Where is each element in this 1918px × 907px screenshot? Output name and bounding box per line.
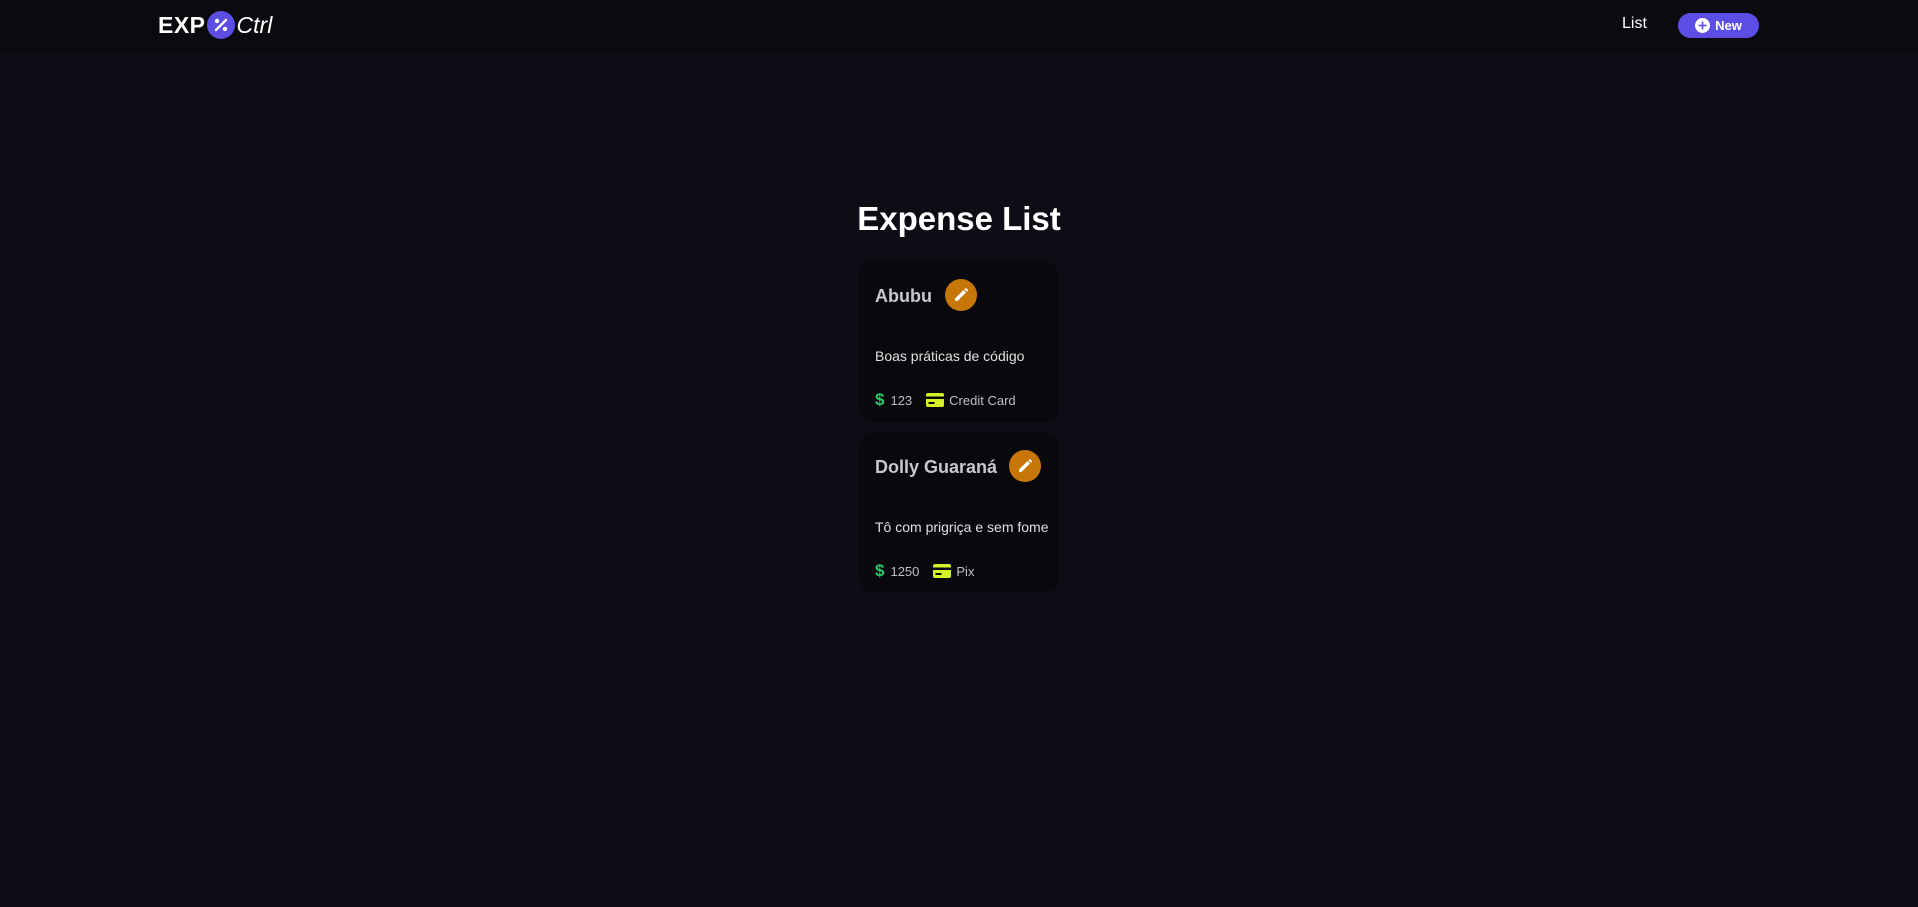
expense-title: Dolly Guaraná [875,457,998,477]
percent-icon [206,11,235,39]
edit-expense-button[interactable] [945,279,977,311]
payment-method: Credit Card [949,392,1016,408]
expense-card: Abubu Boas práticas de código $ 123 Cred… [859,261,1059,422]
logo-suffix: Ctrl [236,11,273,38]
nav-list-link[interactable]: List [1622,15,1647,33]
expense-description: Tô com prigriça e sem fome [875,519,1049,535]
credit-card-icon [933,564,952,578]
app-logo[interactable]: EXP Ctrl [158,11,272,39]
logo-prefix: EXP [158,11,206,38]
dollar-icon: $ [875,390,885,409]
expense-amount: 1250 [890,563,920,579]
plus-circle-icon [1695,18,1711,33]
credit-card-icon [926,393,945,407]
new-button-label: New [1715,18,1742,33]
expense-description: Boas práticas de código [875,348,1025,364]
expense-meta: $ 1250 Pix [875,561,974,581]
payment-method: Pix [956,563,975,579]
navbar: EXP Ctrl List New [0,0,1918,51]
expense-title: Abubu [875,286,932,306]
page-title: Expense List [857,200,1061,237]
expense-meta: $ 123 Credit Card [875,390,1016,410]
pencil-icon [953,287,969,303]
pencil-icon [1017,458,1033,474]
new-expense-button[interactable]: New [1678,13,1759,38]
edit-expense-button[interactable] [1009,450,1041,482]
expense-card: Dolly Guaraná Tô com prigriça e sem fome… [859,432,1059,593]
dollar-icon: $ [875,561,885,580]
expense-amount: 123 [890,392,913,408]
